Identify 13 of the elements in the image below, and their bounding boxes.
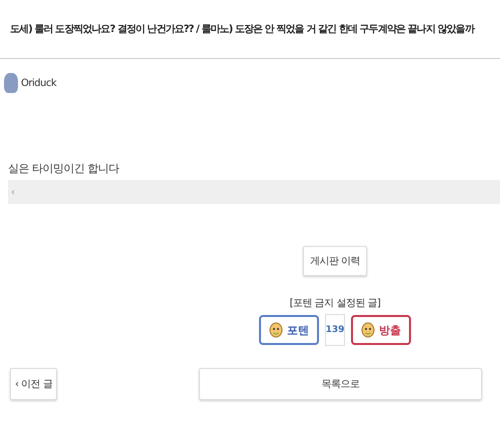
vote-count: 139	[325, 314, 345, 346]
previous-post-button[interactable]: ‹ 이전 글	[10, 368, 58, 400]
vote-notice: [포텐 금지 설정된 글]	[290, 297, 380, 310]
post-body-text: 실은 타이밍이긴 합니다	[7, 161, 120, 176]
post-title: 도세) 룰러 도장찍었나요? 결정이 난건가요?? / 룰마노) 도장은 안 찍었을 거 같긴 한데 구두계약은 끝나지 않았을까	[0, 0, 500, 59]
face-icon	[361, 322, 375, 338]
downvote-button[interactable]: 방출	[351, 315, 411, 345]
face-icon	[269, 322, 283, 338]
upvote-button[interactable]: 포텐	[259, 315, 319, 345]
back-to-list-button[interactable]: 목록으로	[199, 368, 482, 400]
quote-block: ‹	[8, 180, 500, 204]
author-name[interactable]: Oriduck	[21, 78, 56, 88]
board-history-button[interactable]: 게시판 이력	[302, 246, 368, 276]
